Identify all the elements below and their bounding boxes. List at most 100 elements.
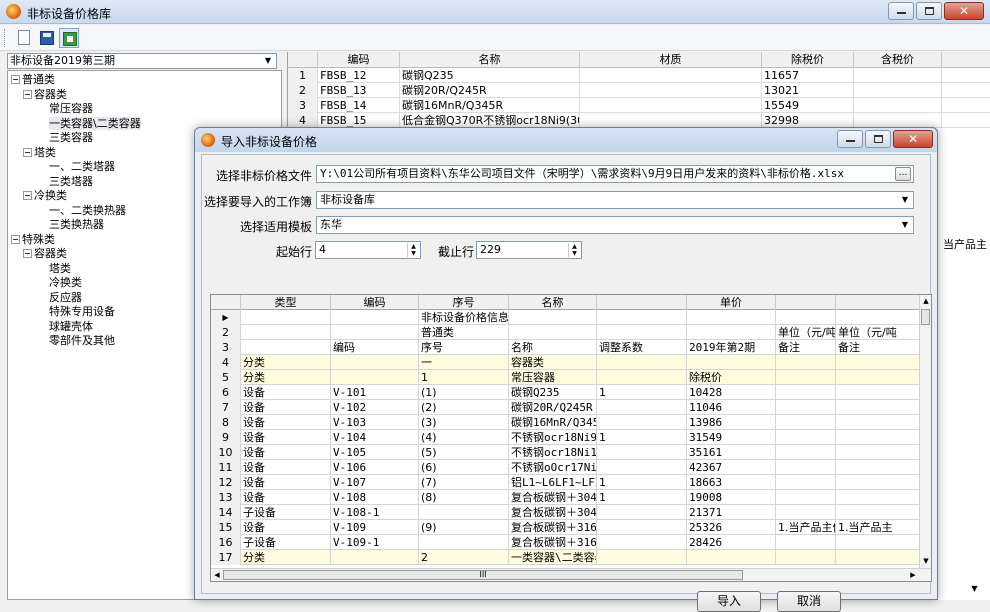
row-number[interactable]: 14 — [211, 505, 241, 520]
import-toolbar-button[interactable] — [59, 28, 79, 48]
tree-collapse-icon[interactable] — [23, 191, 32, 200]
tree-node[interactable]: 球罐壳体 — [49, 320, 93, 334]
table-row[interactable]: ▶ 非标设备价格信息 — [211, 310, 923, 325]
table-row[interactable]: 17 分类 2 一类容器\二类容器 — [211, 550, 923, 565]
table-row[interactable]: 3 编码 序号 名称 调整系数 2019年第2期 备注 备注 — [211, 340, 923, 355]
maximize-button[interactable] — [916, 2, 942, 20]
table-row[interactable]: 10设备V-105(5)不锈钢ocr18Ni10T 35161 — [211, 445, 923, 460]
preview-hscrollbar[interactable]: ◀ III ▶ — [211, 568, 931, 581]
template-select[interactable]: 东华 ▼ — [316, 216, 914, 234]
col-header-name[interactable]: 名称 — [400, 52, 580, 68]
table-row[interactable]: 5 分类 1 常压容器 除税价 — [211, 370, 923, 385]
tree-node[interactable]: 一类容器\二类容器 — [49, 116, 141, 131]
tree-node[interactable]: 一、二类换热器 — [49, 204, 126, 218]
col-header[interactable]: 单价 — [687, 295, 776, 310]
row-number[interactable]: 1 — [288, 68, 318, 83]
table-row[interactable]: 3 FBSB_14 碳钢16MnR/Q345R 15549 — [288, 98, 990, 113]
spin-updown-icon[interactable]: ▲ ▼ — [568, 243, 580, 257]
dialog-minimize-button[interactable] — [837, 130, 863, 148]
file-path-field[interactable]: Y:\01公司所有项目资料\东华公司项目文件（宋明学）\需求资料\9月9日用户发… — [316, 165, 914, 183]
scroll-down-arrow-icon[interactable]: ▼ — [920, 555, 931, 567]
col-header[interactable]: 编码 — [331, 295, 419, 310]
tree-node[interactable]: 三类容器 — [49, 131, 93, 145]
table-row[interactable]: 2 普通类 单位（元/吨）单位（元/吨 — [211, 325, 923, 340]
chevron-down-icon[interactable]: ▼ — [898, 193, 912, 207]
dialog-titlebar[interactable]: 导入非标设备价格 ✕ — [195, 128, 937, 152]
tree-node[interactable]: 特殊类 — [11, 233, 55, 247]
tree-collapse-icon[interactable] — [23, 249, 32, 258]
tree-node[interactable]: 塔类 — [23, 146, 56, 160]
row-number[interactable]: 10 — [211, 445, 241, 460]
tree-node[interactable]: 特殊专用设备 — [49, 305, 115, 319]
tree-node[interactable]: 三类换热器 — [49, 218, 104, 232]
chevron-down-icon[interactable]: ▼ — [898, 218, 912, 232]
preview-grid[interactable]: 类型编码序号名称 单价 ▶非标设备价格信息2普通类单位（元/吨）单位（元/吨3编码… — [210, 294, 932, 582]
col-header[interactable] — [776, 295, 836, 310]
period-select[interactable]: 非标设备2019第三期 ▼ — [7, 53, 277, 69]
tree-collapse-icon[interactable] — [23, 89, 32, 99]
save-button[interactable] — [37, 28, 57, 48]
tree-node[interactable]: 一、二类塔器 — [49, 160, 115, 174]
col-header[interactable]: 序号 — [419, 295, 509, 310]
tree-node[interactable]: 容器类 — [23, 88, 67, 102]
chevron-down-icon[interactable]: ▼ — [262, 54, 274, 68]
table-row[interactable]: 9设备V-104(4)不锈钢ocr18Ni9(3131549 — [211, 430, 923, 445]
close-button[interactable]: ✕ — [944, 2, 984, 20]
corner-header[interactable] — [211, 295, 241, 310]
tree-node[interactable]: 反应器 — [49, 291, 82, 305]
row-number[interactable]: 3 — [288, 98, 318, 113]
tree-node[interactable]: 三类塔器 — [49, 175, 93, 189]
col-header[interactable]: 名称 — [509, 295, 597, 310]
new-button[interactable] — [14, 28, 34, 48]
table-row[interactable]: 16 子设备 V-109-1 复合板碳钢＋316L 28426 — [211, 535, 923, 550]
dialog-close-button[interactable]: ✕ — [893, 130, 933, 148]
row-number[interactable]: 4 — [288, 113, 318, 128]
dialog-maximize-button[interactable] — [865, 130, 891, 148]
tree-node[interactable]: 常压容器 — [49, 102, 93, 116]
row-number[interactable]: 7 — [211, 400, 241, 415]
table-row[interactable]: 13 设备 V-108 (8) 复合板碳钢＋304L 1 19008 — [211, 490, 923, 505]
col-header-price[interactable]: 除税价 — [762, 52, 854, 68]
scroll-left-arrow-icon[interactable]: ◀ — [211, 569, 223, 581]
table-row[interactable]: 1 FBSB_12 碳钢Q235 11657 — [288, 68, 990, 83]
table-row[interactable]: 6 设备 V-101 (1) 碳钢Q235 1 10428 — [211, 385, 923, 400]
table-row[interactable]: 4 分类 一容器类 — [211, 355, 923, 370]
col-header-tax-price[interactable]: 含税价 — [854, 52, 942, 68]
table-row[interactable]: 8 设备 V-103 (3) 碳钢16MnR/Q345R 13986 — [211, 415, 923, 430]
tree-node[interactable]: 容器类 — [23, 247, 67, 261]
hscroll-thumb[interactable]: III — [223, 570, 743, 580]
row-number[interactable]: 3 — [211, 340, 241, 355]
table-row[interactable]: 12 设备 V-107 (7) 铝L1~L6LF1~LF2 1 18663 — [211, 475, 923, 490]
scroll-right-arrow-icon[interactable]: ▶ — [907, 569, 919, 581]
current-row-indicator-icon[interactable]: ▶ — [211, 310, 241, 325]
row-number[interactable]: 4 — [211, 355, 241, 370]
tree-collapse-icon[interactable] — [11, 234, 20, 244]
toolbar-grip[interactable] — [4, 29, 7, 47]
sheet-select[interactable]: 非标设备库 ▼ — [316, 191, 914, 209]
table-row[interactable]: 4 FBSB_15 低合金钢Q370R不锈钢ocr18Ni9(304) 32998 — [288, 113, 990, 128]
table-row[interactable]: 2 FBSB_13 碳钢20R/Q245R 13021 — [288, 83, 990, 98]
table-row[interactable]: 15设备V-109(9)复合板碳钢＋316L 253261.当产品主体分片1.当产… — [211, 520, 923, 535]
row-number[interactable]: 9 — [211, 430, 241, 445]
scroll-down-arrow-icon[interactable]: ▼ — [966, 580, 983, 597]
col-header[interactable]: 类型 — [241, 295, 331, 310]
table-row[interactable]: 11设备V-106(6)不锈钢oOcr17Ni14 42367 — [211, 460, 923, 475]
row-number[interactable]: 11 — [211, 460, 241, 475]
col-header[interactable] — [597, 295, 687, 310]
table-row[interactable]: 7 设备 V-102 (2) 碳钢20R/Q245R 11046 — [211, 400, 923, 415]
row-number[interactable]: 12 — [211, 475, 241, 490]
col-header-material[interactable]: 材质 — [580, 52, 762, 68]
tree-collapse-icon[interactable] — [23, 147, 32, 157]
table-row[interactable]: 14 子设备 V-108-1 复合板碳钢＋304L 21371 — [211, 505, 923, 520]
row-number[interactable]: 5 — [211, 370, 241, 385]
row-number[interactable]: 6 — [211, 385, 241, 400]
browse-button[interactable]: ... — [895, 167, 911, 181]
row-number[interactable]: 8 — [211, 415, 241, 430]
tree-node[interactable]: 冷换类 — [49, 276, 82, 290]
tree-node[interactable]: 塔类 — [49, 262, 71, 276]
row-number[interactable]: 13 — [211, 490, 241, 505]
tree-collapse-icon[interactable] — [11, 75, 20, 84]
row-number[interactable]: 2 — [288, 83, 318, 98]
vscroll-thumb[interactable] — [921, 309, 930, 325]
tree-node[interactable]: 普通类 — [11, 73, 55, 87]
